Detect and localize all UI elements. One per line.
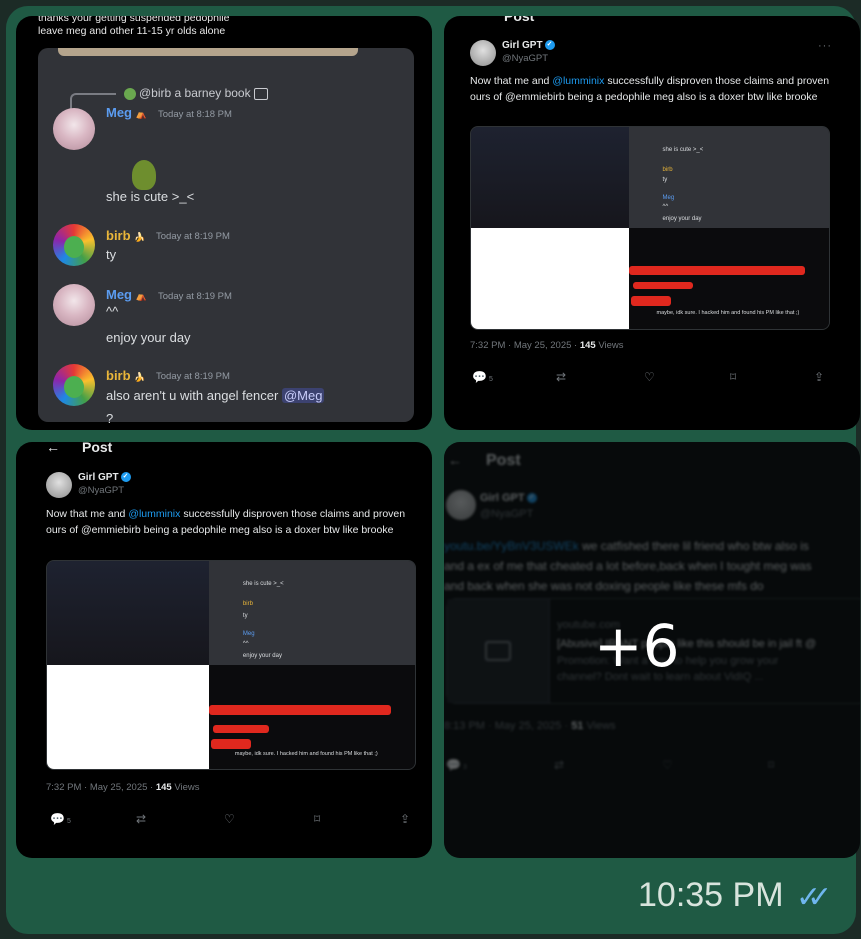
post-actions: 💬 5 ⇄ ♡ ⌑ ⇪ <box>444 370 860 390</box>
timestamp: Today at 8:19 PM <box>156 371 230 382</box>
post-text: Now that me and @lumminix successfully d… <box>46 508 406 536</box>
embed-screenshot <box>47 561 209 769</box>
verified-icon: ✓ <box>120 472 131 483</box>
mention: @Meg <box>281 388 325 403</box>
handle: @NyaGPT <box>502 53 549 64</box>
message-timestamp: 10:35 PM <box>638 876 784 914</box>
username: Meg ⛺ <box>106 287 147 302</box>
username: birb 🍌 <box>106 368 146 383</box>
repost-icon[interactable]: ⇄ <box>556 370 566 384</box>
top-line-2: leave meg and other 11-15 yr olds alone <box>38 25 226 37</box>
avatar <box>46 472 72 498</box>
embed-screenshot <box>471 127 629 329</box>
back-arrow-icon[interactable]: ← <box>46 442 60 455</box>
like-icon[interactable]: ♡ <box>224 812 235 826</box>
bookmark-icon[interactable]: ⌑ <box>314 812 320 826</box>
avatar-birb <box>53 224 95 266</box>
embedded-image[interactable]: she is cute >_< birb ty Meg ^^ enjoy you… <box>46 560 416 770</box>
display-name: Girl GPT ✓ <box>78 472 131 483</box>
reply-avatar <box>124 87 136 100</box>
bookmark-icon[interactable]: ⌑ <box>730 370 736 384</box>
post-text: Now that me and @lumminix successfully d… <box>470 75 830 103</box>
message-text: ty <box>106 247 117 262</box>
embedded-image[interactable]: she is cute >_< birb ty Meg ^^ enjoy you… <box>470 126 830 330</box>
reply-preview: @birb a barney book <box>124 86 268 100</box>
reply-icon[interactable]: 💬 5 <box>50 812 71 826</box>
share-icon[interactable]: ⇪ <box>400 812 410 826</box>
media-tile-3[interactable]: ← Post Girl GPT ✓ @NyaGPT Now that me and… <box>16 442 432 858</box>
top-line-1: thanks your getting suspended pedophile <box>38 16 230 24</box>
post-meta: 7:32 PM · May 25, 2025 · 145 Views <box>470 340 624 351</box>
reply-icon[interactable]: 💬 5 <box>472 370 493 384</box>
embed-redacted: maybe, idk sure. I hacked him and found … <box>208 665 415 769</box>
timestamp: Today at 8:18 PM <box>158 109 232 120</box>
post-actions: 💬 5 ⇄ ♡ ⌑ ⇪ <box>16 812 432 832</box>
more-media-count[interactable]: +6 <box>594 612 680 680</box>
sticker-image <box>132 160 156 190</box>
image-strip <box>58 48 358 56</box>
message-text: enjoy your day <box>106 330 191 345</box>
timestamp: Today at 8:19 PM <box>156 231 230 242</box>
discord-chat-panel: @birb a barney book Meg ⛺ Today at 8:18 … <box>38 48 414 426</box>
image-icon <box>253 87 268 100</box>
handle: @NyaGPT <box>78 485 125 496</box>
message-text: also aren't u with angel fencer @Meg <box>106 388 325 403</box>
embed-redacted: maybe, idk sure. I hacked him and found … <box>628 228 829 329</box>
share-icon[interactable]: ⇪ <box>814 370 824 384</box>
like-icon[interactable]: ♡ <box>644 370 655 384</box>
timestamp: Today at 8:19 PM <box>158 291 232 302</box>
post-header: Post <box>504 16 535 24</box>
verified-icon: ✓ <box>544 40 555 51</box>
media-tile-1[interactable]: thanks your getting suspended pedophile … <box>16 16 432 430</box>
username: Meg ⛺ <box>106 105 147 120</box>
embed-chat: she is cute >_< birb ty Meg ^^ enjoy you… <box>628 127 829 228</box>
more-icon[interactable]: ··· <box>818 40 832 52</box>
avatar-birb <box>53 364 95 406</box>
repost-icon[interactable]: ⇄ <box>136 812 146 826</box>
avatar-meg <box>53 284 95 326</box>
avatar <box>470 40 496 66</box>
reply-username: @birb <box>139 86 172 100</box>
reply-text: a barney book <box>174 86 251 100</box>
message-text: she is cute >_< <box>106 189 195 204</box>
discord-top-text: thanks your getting suspended pedophile … <box>38 16 229 38</box>
message-text: ? <box>106 411 114 426</box>
avatar-meg <box>53 108 95 150</box>
post-meta: 7:32 PM · May 25, 2025 · 145 Views <box>46 782 200 793</box>
username: birb 🍌 <box>106 228 146 243</box>
display-name: Girl GPT ✓ <box>502 40 555 51</box>
message-text: ^^ <box>106 304 119 319</box>
media-tile-2[interactable]: Post Girl GPT ✓ @NyaGPT ··· Now that me a… <box>444 16 860 430</box>
embed-chat: she is cute >_< birb ty Meg ^^ enjoy you… <box>208 561 415 665</box>
read-receipt-icon: ✓✓ <box>796 881 832 914</box>
post-header: Post <box>82 442 113 455</box>
